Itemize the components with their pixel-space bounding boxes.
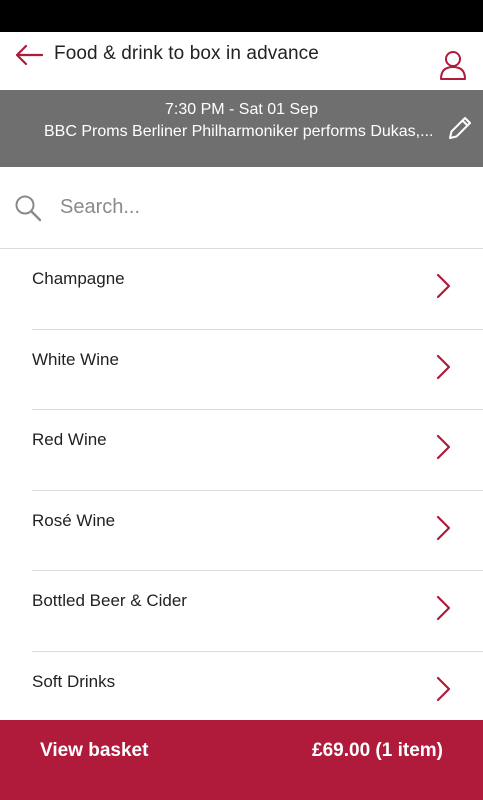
edit-event-button[interactable]: [444, 112, 476, 144]
category-item-rose-wine[interactable]: Rosé Wine: [0, 491, 483, 571]
category-item-champagne[interactable]: Champagne: [0, 249, 483, 330]
user-icon: [440, 51, 466, 80]
category-label: Bottled Beer & Cider: [32, 591, 187, 610]
category-label: Rosé Wine: [32, 510, 116, 530]
search-input[interactable]: [60, 189, 460, 225]
event-time: 7:30 PM - Sat 01 Sep: [165, 101, 318, 118]
chevron-right-icon: [436, 273, 451, 299]
arrow-left-icon: [15, 44, 44, 66]
search-bar: [0, 167, 483, 249]
category-label: White Wine: [32, 349, 119, 369]
app-header: Food & drink to box in advance: [0, 32, 483, 90]
search-icon: [13, 193, 43, 223]
event-banner: 7:30 PM - Sat 01 Sep BBC Proms Berliner …: [0, 90, 483, 167]
category-list: Champagne White Wine Red Wine Rosé Wine …: [0, 249, 483, 732]
chevron-right-icon: [436, 676, 451, 701]
account-button[interactable]: [436, 48, 470, 82]
chevron-right-icon: [436, 595, 451, 621]
view-basket-button[interactable]: View basket £69.00 (1 item): [0, 720, 483, 800]
event-name: BBC Proms Berliner Philharmoniker perfor…: [44, 123, 434, 140]
status-bar: [0, 0, 483, 32]
chevron-right-icon: [436, 434, 451, 460]
chevron-right-icon: [436, 354, 451, 379]
category-item-white-wine[interactable]: White Wine: [0, 330, 483, 410]
category-label: Champagne: [32, 269, 125, 288]
back-button[interactable]: [12, 40, 46, 70]
page-title: Food & drink to box in advance: [54, 43, 319, 64]
category-item-red-wine[interactable]: Red Wine: [0, 410, 483, 491]
basket-total: £69.00 (1 item): [312, 740, 443, 761]
basket-label: View basket: [40, 740, 149, 761]
pencil-icon: [449, 117, 471, 139]
category-label: Red Wine: [32, 430, 107, 449]
category-label: Soft Drinks: [32, 671, 116, 691]
chevron-right-icon: [436, 515, 451, 540]
category-item-bottled-beer-cider[interactable]: Bottled Beer & Cider: [0, 571, 483, 652]
